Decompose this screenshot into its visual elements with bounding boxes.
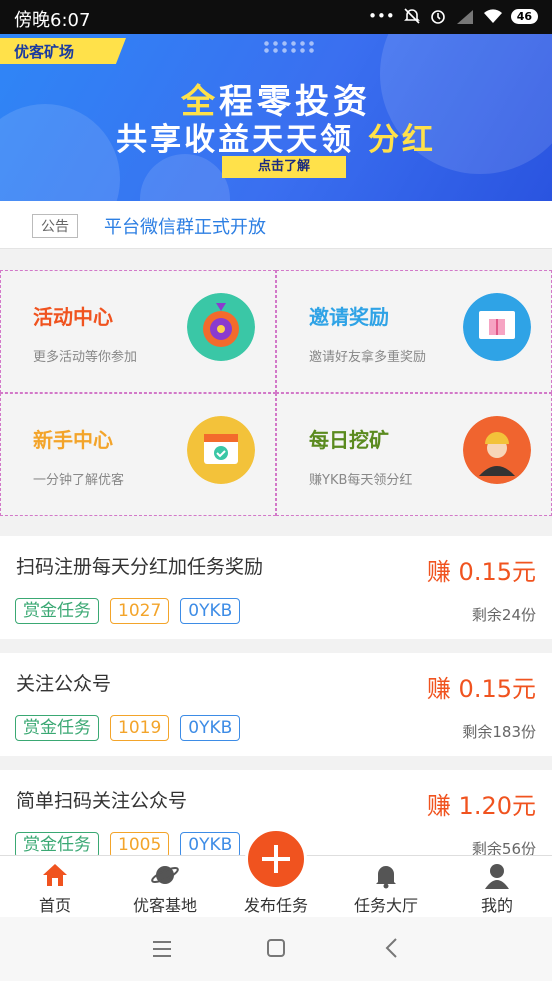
tab-label: 任务大厅 — [353, 896, 418, 915]
tab-label: 优客基地 — [132, 896, 197, 915]
task-ykb-badge: 0YKB — [180, 598, 241, 624]
feature-invite-rewards[interactable]: 邀请奖励 邀请好友拿多重奖励 — [276, 270, 552, 393]
gift-icon — [463, 293, 531, 361]
task-type-badge: 赏金任务 — [15, 715, 99, 741]
planet-icon — [151, 866, 179, 884]
task-reward: 赚 1.20元 — [426, 792, 536, 820]
feature-subtitle: 更多活动等你参加 — [33, 350, 138, 365]
feature-newbie-center[interactable]: 新手中心 一分钟了解优客 — [0, 393, 276, 516]
tab-task-hall[interactable]: 任务大厅 — [331, 856, 441, 918]
announcement-text[interactable]: 平台微信群正式开放 — [104, 213, 266, 239]
signal-icon — [456, 10, 473, 24]
wifi-icon — [483, 9, 502, 23]
status-time: 傍晚6:07 — [14, 10, 91, 31]
task-title: 简单扫码关注公众号 — [16, 790, 188, 812]
dots-icon: ••• — [368, 7, 395, 25]
task-title: 扫码注册每天分红加任务奖励 — [16, 556, 264, 578]
banner-subheadline: 共享收益天天领 分红 — [116, 122, 436, 158]
feature-title: 新手中心 — [33, 428, 113, 452]
back-icon[interactable] — [372, 935, 412, 963]
feature-subtitle: 一分钟了解优客 — [33, 473, 125, 488]
tab-label: 我的 — [480, 896, 513, 915]
task-ykb-badge: 0YKB — [180, 715, 241, 741]
miner-icon — [463, 416, 531, 484]
banner-tag: 优客矿场 — [0, 38, 126, 64]
feature-grid: 活动中心 更多活动等你参加 邀请奖励 邀请好友拿多重奖励 新手中心 一分钟了解优… — [0, 270, 552, 516]
bell-icon — [376, 866, 396, 889]
tab-label: 发布任务 — [243, 896, 308, 915]
task-remaining: 剩余24份 — [471, 606, 536, 624]
dot-pattern — [262, 40, 316, 54]
feature-subtitle: 赚YKB每天领分红 — [309, 473, 413, 488]
task-type-badge: 赏金任务 — [15, 598, 99, 624]
status-bar: 傍晚6:07 ••• 46 — [0, 0, 552, 34]
feature-title: 邀请奖励 — [309, 305, 389, 329]
task-title: 关注公众号 — [16, 673, 112, 695]
feature-subtitle: 邀请好友拿多重奖励 — [309, 350, 427, 365]
tab-base[interactable]: 优客基地 — [110, 856, 220, 918]
wheel-icon — [187, 293, 255, 361]
announcement-tag: 公告 — [32, 214, 78, 238]
task-card[interactable]: 关注公众号 赚 0.15元 赏金任务 1019 0YKB 剩余183份 — [0, 653, 552, 756]
calendar-check-icon — [187, 416, 255, 484]
home-square-icon[interactable] — [256, 935, 296, 963]
publish-task-button[interactable] — [245, 828, 307, 890]
system-nav-bar — [0, 917, 552, 981]
task-remaining: 剩余183份 — [462, 723, 536, 741]
tab-label: 首页 — [38, 896, 71, 915]
tab-home[interactable]: 首页 — [0, 856, 110, 918]
task-id-badge: 1027 — [110, 598, 170, 624]
menu-icon[interactable] — [142, 935, 182, 963]
battery-icon: 46 — [510, 8, 538, 24]
promo-banner[interactable]: 优客矿场 全程零投资 共享收益天天领 分红 点击了解 — [0, 34, 552, 201]
task-id-badge: 1019 — [110, 715, 170, 741]
task-card[interactable]: 扫码注册每天分红加任务奖励 赚 0.15元 赏金任务 1027 0YKB 剩余2… — [0, 536, 552, 639]
mute-icon — [403, 8, 420, 24]
feature-activity-center[interactable]: 活动中心 更多活动等你参加 — [0, 270, 276, 393]
user-icon — [485, 864, 509, 889]
feature-title: 活动中心 — [33, 305, 113, 329]
banner-cta-button[interactable]: 点击了解 — [222, 156, 346, 178]
tab-profile[interactable]: 我的 — [442, 856, 552, 918]
task-reward: 赚 0.15元 — [426, 558, 536, 586]
alarm-icon — [430, 10, 445, 24]
home-icon — [43, 864, 67, 886]
announcement-bar[interactable]: 公告 平台微信群正式开放 — [0, 201, 552, 249]
feature-daily-mining[interactable]: 每日挖矿 赚YKB每天领分红 — [276, 393, 552, 516]
task-reward: 赚 0.15元 — [426, 675, 536, 703]
feature-title: 每日挖矿 — [309, 428, 389, 452]
